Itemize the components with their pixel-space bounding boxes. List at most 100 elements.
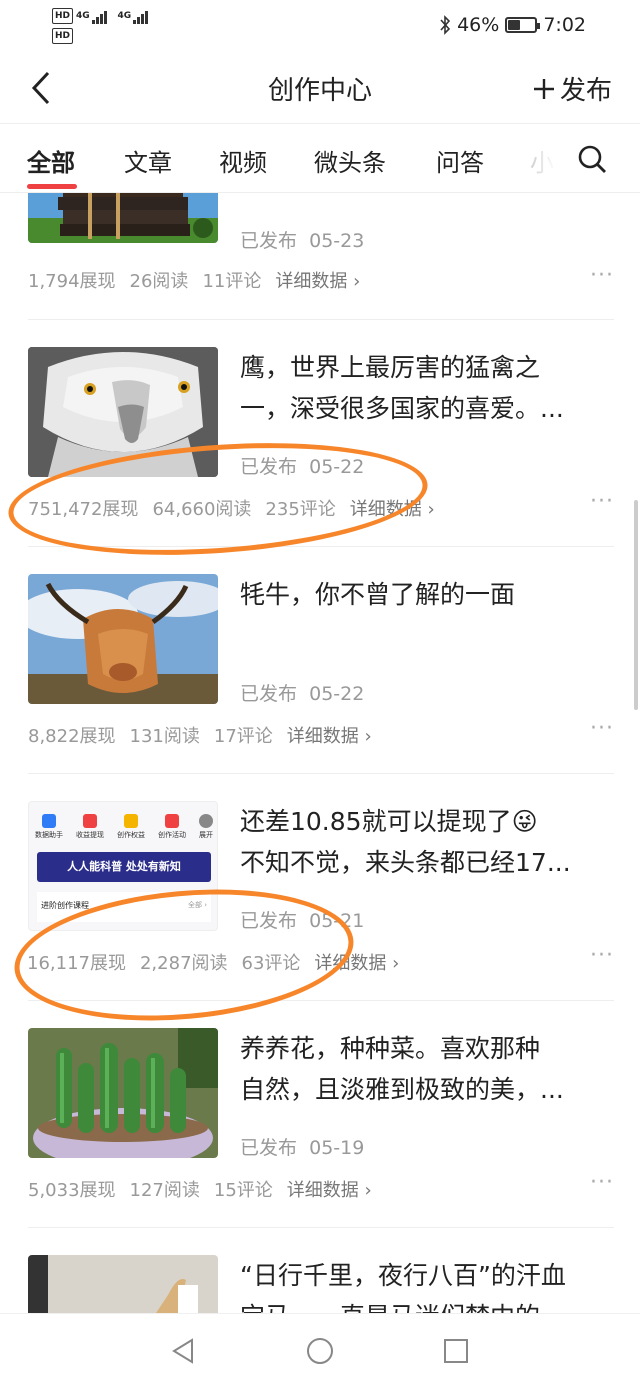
publish-button[interactable]: 发布 [532, 70, 612, 107]
article-stats: 751,472展现 64,660阅读 235评论 详细数据 › [28, 495, 449, 521]
article-title[interactable]: “日行千里，夜行八百”的汗血 宝马，一直是马迷们梦中的 [240, 1255, 614, 1313]
publish-status: 已发布 05-22 [240, 452, 364, 479]
more-options-icon[interactable]: ··· [590, 1170, 614, 1195]
reads: 127阅读 [129, 1180, 200, 1201]
detail-data-link[interactable]: 详细数据 › [350, 499, 435, 520]
tab-all[interactable]: 全部 [27, 143, 75, 178]
comments: 15评论 [213, 1180, 273, 1201]
app-icon-label: 数据助手 [35, 831, 63, 839]
title-line: 宝马，一直是马迷们梦中的 [240, 1296, 614, 1313]
app-icon-label: 展开 [199, 831, 213, 839]
article-stats: 8,822展现 131阅读 17评论 详细数据 › [28, 722, 386, 748]
article-card[interactable]: 牦牛，你不曾了解的一面 已发布 05-22 8,822展现 131阅读 17评论 详细… [28, 574, 614, 754]
more-options-icon[interactable]: ··· [590, 716, 614, 741]
back-triangle-icon[interactable] [168, 1336, 198, 1366]
publish-date: 05-19 [309, 1137, 365, 1159]
publish-status: 已发布 05-23 [240, 226, 364, 253]
net-type-2: 4G [117, 11, 132, 21]
article-card[interactable]: “日行千里，夜行八百”的汗血 宝马，一直是马迷们梦中的 [28, 1255, 614, 1313]
app-banner: 人人能科普 处处有新知 [37, 852, 211, 882]
article-stats: 5,033展现 127阅读 15评论 详细数据 › [28, 1176, 386, 1202]
status-right: 46% 7:02 [439, 14, 586, 36]
detail-data-link[interactable]: 详细数据 › [287, 726, 372, 747]
app-icon-item: 展开 [199, 814, 213, 840]
status-label: 已发布 [240, 1137, 298, 1159]
course-all-link: 全部 › [187, 901, 207, 909]
status-label: 已发布 [240, 230, 298, 252]
status-label: 已发布 [240, 456, 298, 478]
signal-icon [91, 10, 108, 24]
app-icon-item: 创作活动 [158, 814, 186, 840]
reads: 26阅读 [129, 271, 189, 292]
signal-icon [133, 10, 149, 24]
search-icon[interactable] [576, 143, 608, 175]
impressions: 5,033展现 [28, 1180, 116, 1201]
more-options-icon[interactable]: ··· [590, 263, 614, 288]
status-label: 已发布 [240, 683, 298, 705]
article-thumbnail [28, 1028, 218, 1158]
divider [28, 1000, 614, 1001]
title-line: 鹰，世界上最厉害的猛禽之 [240, 353, 541, 382]
tab-articles[interactable]: 文章 [124, 143, 172, 178]
system-navigation-bar [0, 1313, 640, 1387]
article-thumbnail [28, 193, 218, 243]
article-thumbnail [28, 1255, 218, 1313]
app-icon-row: 数据助手 收益提现 创作权益 创作活动 展开 [35, 814, 213, 840]
title-line: 还差10.85就可以提现了😜 [240, 807, 538, 836]
app-icon-item: 收益提现 [76, 814, 104, 840]
comments: 63评论 [241, 953, 301, 974]
article-card[interactable]: 已发布 05-23 1,794展现 26阅读 11评论 详细数据 › ··· [28, 193, 614, 293]
article-card[interactable]: 数据助手 收益提现 创作权益 创作活动 展开 人人能科普 处处有新知 进阶创作课… [27, 801, 614, 981]
app-icon-label: 收益提现 [76, 831, 104, 839]
tab-micro-headlines[interactable]: 微头条 [314, 143, 386, 178]
article-title[interactable]: 养养花，种种菜。喜欢那种 自然，且淡雅到极致的美，... [240, 1028, 614, 1110]
more-options-icon[interactable]: ··· [590, 943, 614, 968]
article-title[interactable]: 牦牛，你不曾了解的一面 [240, 574, 614, 615]
tab-videos[interactable]: 视频 [219, 143, 267, 178]
app-icon-item: 数据助手 [35, 814, 63, 840]
publish-date: 05-22 [309, 456, 365, 478]
clock: 7:02 [543, 14, 586, 36]
title-line: “日行千里，夜行八百”的汗血 [240, 1261, 566, 1290]
title-line: 不知不觉，来头条都已经17... [240, 848, 571, 877]
title-line: 养养花，种种菜。喜欢那种 [240, 1034, 541, 1063]
hd-badge-2: HD [52, 28, 74, 44]
status-bar: HD 4G 4G HD 46% 7:02 [0, 0, 640, 52]
battery-level [508, 20, 521, 30]
publish-date: 05-21 [309, 910, 365, 932]
article-thumbnail [28, 347, 218, 477]
home-circle-icon[interactable] [305, 1336, 335, 1366]
reads: 131阅读 [129, 726, 200, 747]
article-stats: 1,794展现 26阅读 11评论 详细数据 › [28, 267, 374, 293]
detail-data-link[interactable]: 详细数据 › [314, 953, 399, 974]
recents-square-icon[interactable] [441, 1336, 471, 1366]
detail-data-link[interactable]: 详细数据 › [287, 1180, 372, 1201]
detail-data-link[interactable]: 详细数据 › [275, 271, 360, 292]
tab-qa[interactable]: 问答 [436, 143, 484, 178]
article-stats: 16,117展现 2,287阅读 63评论 详细数据 › [27, 949, 413, 975]
reads: 2,287阅读 [139, 953, 228, 974]
article-thumbnail: 数据助手 收益提现 创作权益 创作活动 展开 人人能科普 处处有新知 进阶创作课… [28, 801, 218, 931]
app-icon-item: 创作权益 [117, 814, 145, 840]
tab-bar: 全部 文章 视频 微头条 问答 小 [0, 125, 640, 193]
app-icon-label: 创作权益 [117, 831, 145, 839]
more-options-icon[interactable]: ··· [590, 489, 614, 514]
battery-percent: 46% [457, 14, 500, 36]
article-title[interactable]: 鹰，世界上最厉害的猛禽之 一，深受很多国家的喜爱。... [240, 347, 614, 429]
comments: 17评论 [213, 726, 273, 747]
active-tab-indicator [27, 184, 77, 189]
impressions: 1,794展现 [28, 271, 116, 292]
article-title[interactable]: 还差10.85就可以提现了😜 不知不觉，来头条都已经17... [240, 801, 614, 883]
article-card[interactable]: 鹰，世界上最厉害的猛禽之 一，深受很多国家的喜爱。... 已发布 05-22 7… [28, 347, 614, 527]
scrollbar[interactable] [634, 500, 638, 710]
reads: 64,660阅读 [152, 499, 252, 520]
title-line: 自然，且淡雅到极致的美，... [240, 1075, 564, 1104]
divider [28, 1227, 614, 1228]
title-line: 牦牛，你不曾了解的一面 [240, 580, 516, 609]
publish-status: 已发布 05-19 [240, 1133, 364, 1160]
network-indicators: HD 4G 4G HD [52, 8, 149, 44]
net-type-1: 4G [76, 11, 90, 21]
status-label: 已发布 [240, 910, 298, 932]
article-card[interactable]: 养养花，种种菜。喜欢那种 自然，且淡雅到极致的美，... 已发布 05-19 5… [28, 1028, 614, 1208]
impressions: 751,472展现 [28, 499, 139, 520]
